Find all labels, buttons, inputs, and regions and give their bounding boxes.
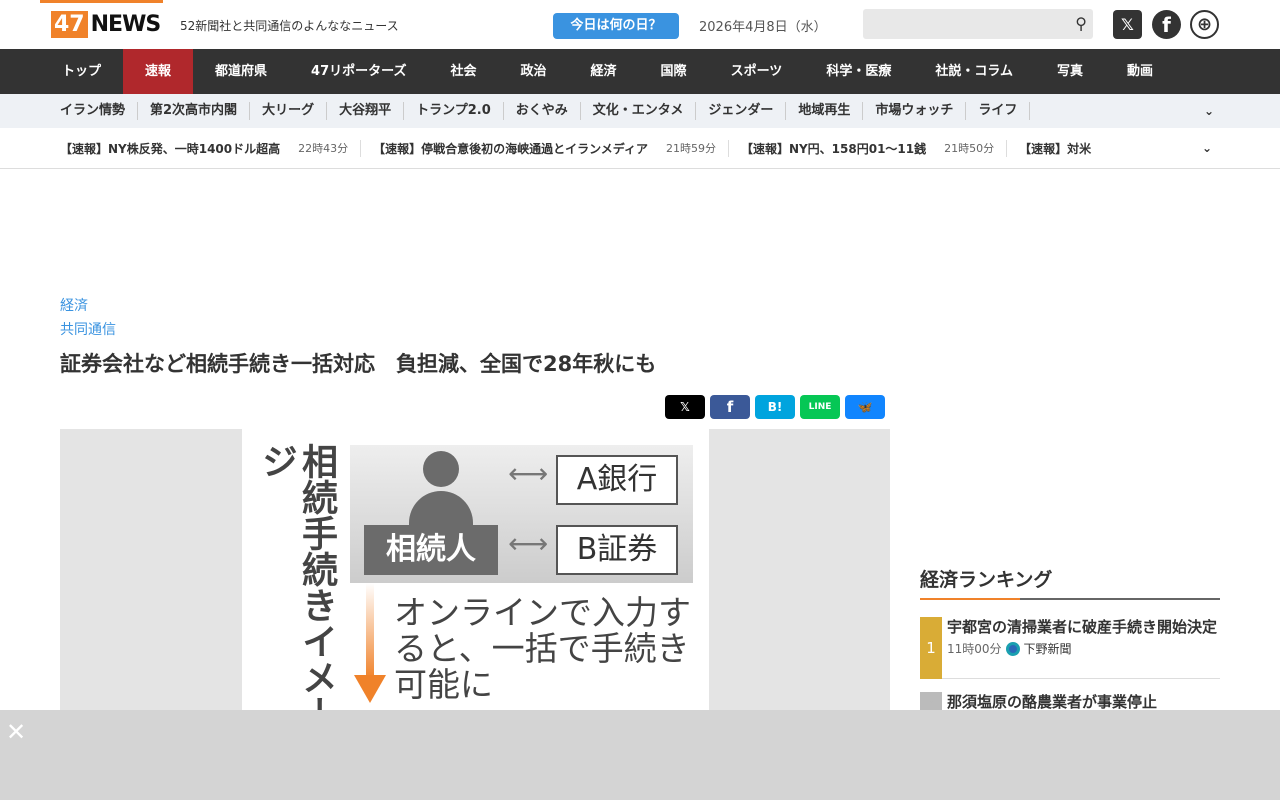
nav-top[interactable]: トップ [40,49,123,94]
bottom-ad-overlay: ✕ [0,710,1280,800]
bank-b-label: B証券 [556,525,678,575]
ticker-text: 【速報】NY円、158円01～11銭 [740,141,927,156]
search-icon[interactable]: ⚲ [1075,14,1087,33]
down-arrow-icon [366,583,374,679]
double-arrow-icon: ⟷ [508,457,549,490]
article-source[interactable]: 共同通信 [60,319,116,339]
nav-videos[interactable]: 動画 [1105,49,1175,94]
subnav-item[interactable]: 文化・エンタメ [581,102,697,120]
subnav-item[interactable]: ジェンダー [696,102,787,120]
rank-number: 1 [920,617,942,679]
subnav-item[interactable]: ライフ [966,102,1031,120]
ticker-text: 【速報】対米 [1019,141,1092,156]
nav-international[interactable]: 国際 [639,49,709,94]
publisher-logo-icon [1005,641,1020,656]
sub-nav: イラン情勢 第2次高市内閣 大リーグ 大谷翔平 トランプ2.0 おくやみ 文化・… [0,94,1280,128]
article-image[interactable]: 相続手続きイメージ 相続人 ⟷ ⟷ A銀行 B証券 オンラインで入力すると、一括… [60,429,890,731]
subnav-item[interactable]: 第2次高市内閣 [138,102,251,120]
ticker-text: 【速報】停戦合意後初の海峡通過とイランメディア [373,141,648,156]
down-arrow-head [354,675,386,703]
ranking-item-title: 宇都宮の清掃業者に破産手続き開始決定 [947,618,1218,636]
nav-society[interactable]: 社会 [429,49,499,94]
ticker-time: 22時43分 [298,142,349,155]
article-title: 証券会社など相続手続き一括対応 負担減、全国で28年秋にも [60,352,657,376]
subnav-item[interactable]: 地域再生 [786,102,864,120]
chevron-down-icon[interactable]: ⌄ [1204,104,1214,118]
nav-reporters[interactable]: 47リポーターズ [289,49,428,94]
facebook-icon[interactable]: f [1152,10,1181,39]
ranking-item-time: 11時00分 [947,642,1002,656]
inheritance-diagram: 相続手続きイメージ 相続人 ⟷ ⟷ A銀行 B証券 オンラインで入力すると、一括… [242,429,709,731]
figure-vertical-title: 相続手続きイメージ [256,443,337,731]
tagline: 52新聞社と共同通信のよんななニュース [180,19,399,33]
header: 47 NEWS 52新聞社と共同通信のよんななニュース 今日は何の日？ 2026年… [0,0,1280,49]
ticker-item[interactable]: 【速報】NY円、158円01～11銭 21時50分 [740,139,1008,157]
close-icon[interactable]: ✕ [6,718,26,746]
share-facebook-button[interactable]: f [710,395,750,419]
nav-prefectures[interactable]: 都道府県 [193,49,289,94]
double-arrow-icon: ⟷ [508,527,549,560]
ticker-time: 21時59分 [665,142,716,155]
ranking-title: 経済ランキング [920,569,1053,591]
logo[interactable]: 47 NEWS [51,11,162,38]
breaking-ticker: 【速報】NY株反発、一時1400ドル超高 22時43分 【速報】停戦合意後初の海峡… [0,128,1280,169]
nav-photos[interactable]: 写真 [1035,49,1105,94]
nav-economy[interactable]: 経済 [569,49,639,94]
logo-number: 47 [51,11,88,38]
ranking-divider [920,598,1220,600]
subnav-item[interactable]: 大リーグ [250,102,328,120]
date: 2026年4月8日（水） [699,20,827,35]
x-icon[interactable]: 𝕏 [1113,10,1142,39]
nav-breaking[interactable]: 速報 [123,49,194,94]
article-category[interactable]: 経済 [60,295,88,315]
heir-label: 相続人 [364,525,498,575]
logo-accent [40,0,163,3]
subnav-item[interactable]: おくやみ [504,102,581,120]
search-input[interactable]: ⚲ [863,9,1093,39]
nav-editorial[interactable]: 社説・コラム [913,49,1035,94]
nav-sports[interactable]: スポーツ [709,49,805,94]
today-button[interactable]: 今日は何の日？ [553,13,679,39]
logo-word: NEWS [90,12,162,37]
ticker-text: 【速報】NY株反発、一時1400ドル超高 [60,141,281,156]
nav-science[interactable]: 科学・医療 [804,49,913,94]
subnav-item[interactable]: 大谷翔平 [327,102,405,120]
share-bluesky-button[interactable]: 🦋 [845,395,885,419]
share-hatena-button[interactable]: B! [755,395,795,419]
person-icon [403,451,473,527]
ticker-item[interactable]: 【速報】対米 [1019,140,1103,157]
main-nav: トップ 速報 都道府県 47リポーターズ 社会 政治 経済 国際 スポーツ 科学… [0,49,1280,94]
chevron-down-icon[interactable]: ⌄ [1197,141,1212,155]
ranking-item[interactable]: 1 宇都宮の清掃業者に破産手続き開始決定 11時00分 下野新聞 [920,617,1220,679]
ranking-item-source: 下野新聞 [1023,642,1072,656]
globe-icon[interactable]: ⊕ [1190,10,1219,39]
share-x-button[interactable]: 𝕏 [665,395,705,419]
nav-politics[interactable]: 政治 [499,49,569,94]
bank-a-label: A銀行 [556,455,678,505]
share-line-button[interactable]: LINE [800,395,840,419]
figure-panel: 相続人 ⟷ ⟷ A銀行 B証券 [350,445,693,583]
subnav-item[interactable]: 市場ウォッチ [863,102,967,120]
ticker-item[interactable]: 【速報】NY株反発、一時1400ドル超高 22時43分 [60,139,362,157]
ticker-item[interactable]: 【速報】停戦合意後初の海峡通過とイランメディア 21時59分 [373,139,729,157]
subnav-item[interactable]: トランプ2.0 [404,102,504,120]
subnav-item[interactable]: イラン情勢 [48,102,139,120]
figure-caption: オンラインで入力すると、一括で手続き可能に [394,593,691,704]
ticker-time: 21時50分 [944,142,995,155]
